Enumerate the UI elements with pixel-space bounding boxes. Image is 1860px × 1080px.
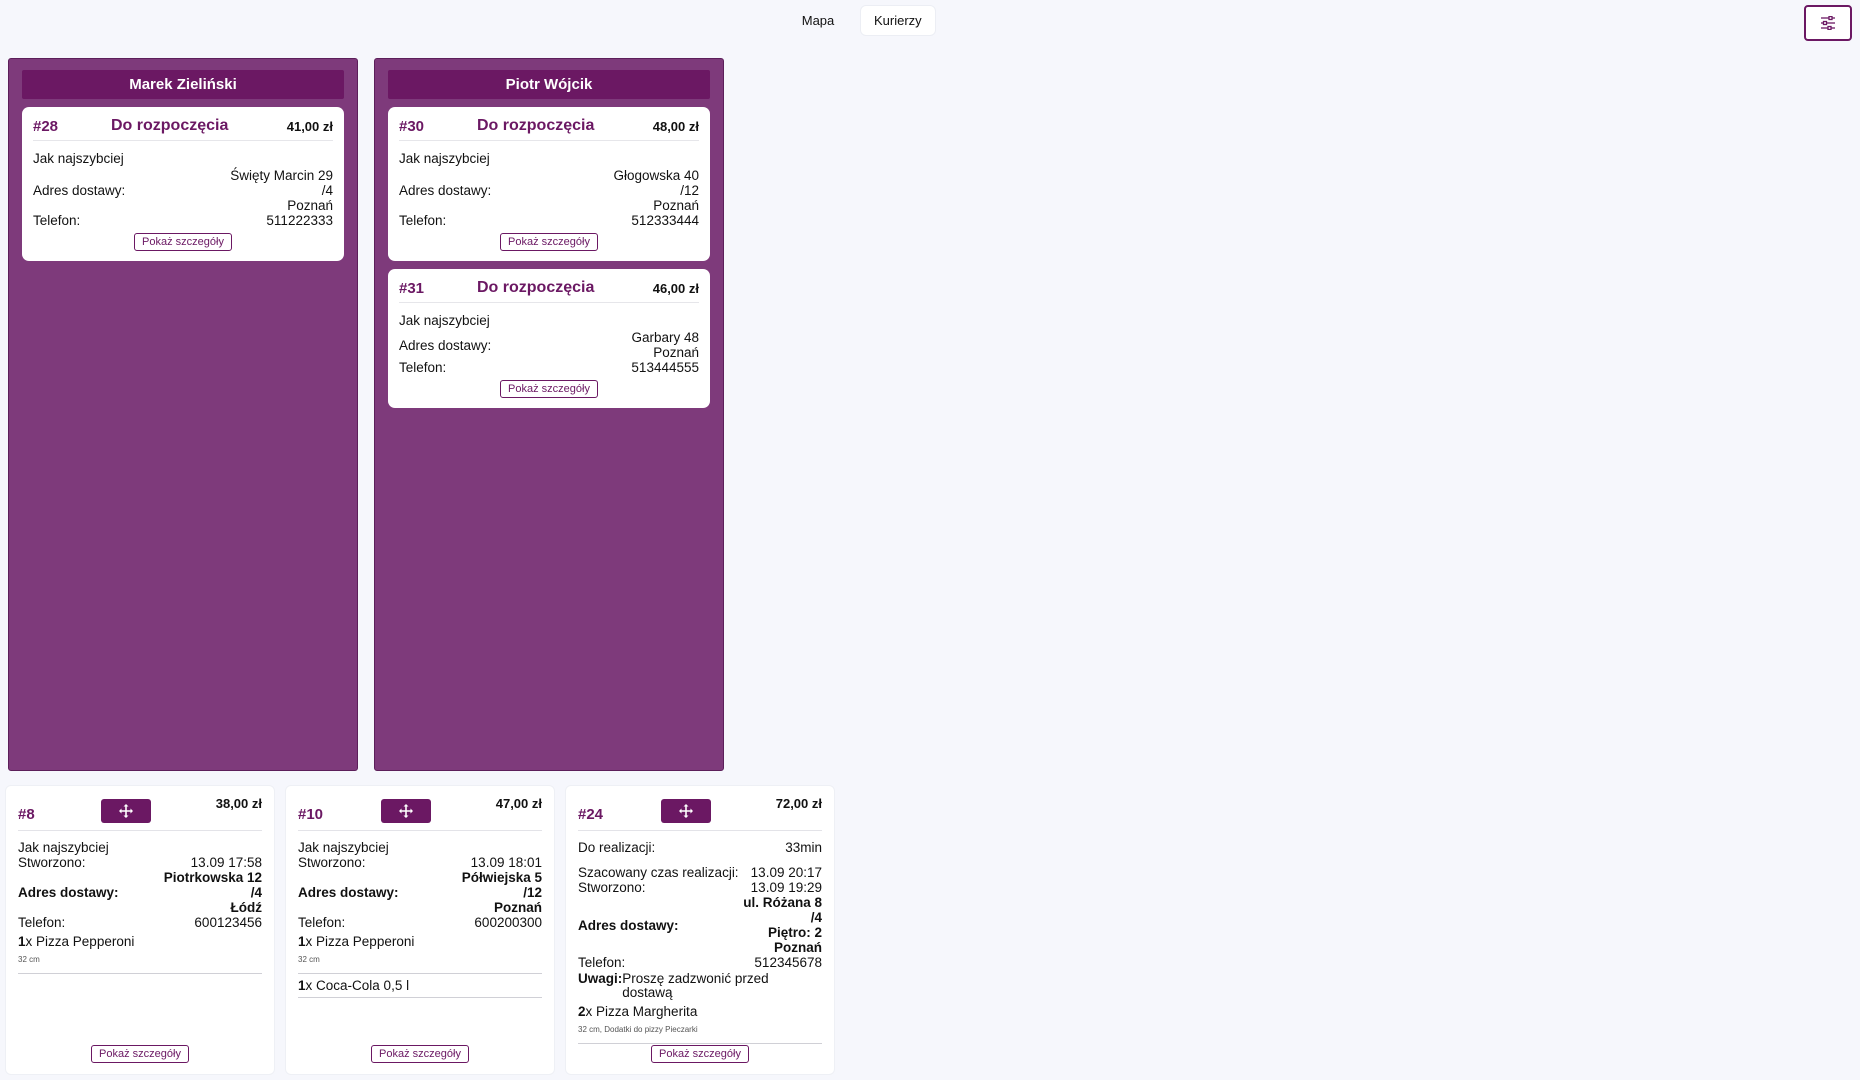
order-number: #30 (399, 117, 425, 135)
order-status: Do rozpoczęcia (477, 117, 595, 134)
phone-label: Telefon: (33, 213, 81, 228)
estimate-value: 13.09 20:17 (750, 865, 822, 880)
order-item: 1x Pizza Pepperoni 32 cm (298, 934, 542, 974)
notes-label: Uwagi: (578, 971, 623, 986)
phone-label: Telefon: (399, 360, 447, 375)
address-label: Adres dostawy: (578, 917, 679, 933)
order-card[interactable]: #31 Do rozpoczęcia 46,00 zł Jak najszybc… (388, 269, 710, 408)
phone-value: 512333444 (631, 213, 699, 228)
order-price: 48,00 zł (652, 118, 699, 134)
unassigned-order-card[interactable]: #24 72,00 zł Do realizacji: 33min Szacow… (565, 785, 835, 1075)
order-card[interactable]: #28 Do rozpoczęcia 41,00 zł Jak najszybc… (22, 107, 344, 261)
show-details-button[interactable]: Pokaż szczegóły (371, 1045, 469, 1063)
courier-name: Piotr Wójcik (388, 70, 710, 99)
unassigned-order-card[interactable]: #10 47,00 zł Jak najszybciej Stworzono: … (285, 785, 555, 1075)
address-value: ul. Różana 8 /4 Piętro: 2 Poznań (743, 895, 822, 955)
order-price: 47,00 zł (495, 796, 542, 811)
address-label: Adres dostawy: (298, 885, 399, 900)
show-details-button[interactable]: Pokaż szczegóły (651, 1045, 749, 1063)
order-card[interactable]: #30 Do rozpoczęcia 48,00 zł Jak najszybc… (388, 107, 710, 261)
remaining-value: 33min (785, 840, 822, 855)
address-label: Adres dostawy: (399, 337, 492, 353)
order-price: 72,00 zł (775, 796, 822, 811)
phone-label: Telefon: (399, 213, 447, 228)
show-details-button[interactable]: Pokaż szczegóły (500, 380, 598, 398)
unassigned-order-card[interactable]: #8 38,00 zł Jak najszybciej Stworzono: 1… (5, 785, 275, 1075)
order-timing: Jak najszybciej (399, 151, 490, 166)
created-label: Stworzono: (18, 855, 86, 870)
tab-couriers[interactable]: Kurierzy (860, 5, 936, 36)
order-status: Do rozpoczęcia (477, 279, 595, 296)
created-label: Stworzono: (298, 855, 366, 870)
notes-value: Proszę zadzwonić przed dostawą (622, 971, 769, 1000)
view-tabs: Mapa Kurierzy (780, 5, 936, 36)
courier-column: Marek Zieliński #28 Do rozpoczęcia 41,00… (8, 58, 358, 771)
address-value: Półwiejska 5 /12 Poznań (461, 870, 542, 915)
order-number: #31 (399, 279, 425, 297)
order-timing: Jak najszybciej (298, 840, 389, 855)
address-label: Adres dostawy: (18, 885, 119, 900)
move-icon (399, 804, 413, 818)
address-label: Adres dostawy: (399, 183, 492, 198)
courier-name: Marek Zieliński (22, 70, 344, 99)
phone-value: 512345678 (754, 955, 822, 970)
order-price: 38,00 zł (215, 796, 262, 811)
address-label: Adres dostawy: (33, 183, 126, 198)
move-icon (119, 804, 133, 818)
order-number: #8 (18, 805, 35, 823)
phone-value: 511222333 (266, 213, 333, 228)
phone-value: 513444555 (631, 360, 699, 375)
sliders-icon (1821, 16, 1835, 30)
phone-label: Telefon: (298, 915, 346, 930)
address-value: Piotrkowska 12 /4 Łódź (163, 870, 262, 915)
address-value: Święty Marcin 29 /4 Poznań (230, 168, 333, 213)
settings-button[interactable] (1804, 5, 1852, 41)
estimate-label: Szacowany czas realizacji: (578, 865, 739, 880)
order-item: 1x Pizza Pepperoni 32 cm (18, 934, 262, 974)
created-value: 13.09 17:58 (190, 855, 262, 870)
courier-column: Piotr Wójcik #30 Do rozpoczęcia 48,00 zł… (374, 58, 724, 771)
drag-handle[interactable] (101, 799, 151, 823)
drag-handle[interactable] (381, 799, 431, 823)
order-status: Do rozpoczęcia (111, 117, 229, 134)
move-icon (679, 804, 693, 818)
order-number: #10 (298, 805, 324, 823)
phone-label: Telefon: (18, 915, 66, 930)
order-item: 1x Coca-Cola 0,5 l (298, 978, 542, 998)
tab-map[interactable]: Mapa (780, 5, 856, 36)
order-price: 46,00 zł (652, 280, 699, 296)
order-timing: Jak najszybciej (399, 313, 490, 328)
order-timing: Jak najszybciej (33, 151, 124, 166)
created-value: 13.09 18:01 (470, 855, 542, 870)
show-details-button[interactable]: Pokaż szczegóły (500, 233, 598, 251)
order-number: #24 (578, 805, 604, 823)
phone-value: 600200300 (474, 915, 542, 930)
phone-value: 600123456 (194, 915, 262, 930)
address-value: Głogowska 40 /12 Poznań (613, 168, 699, 213)
phone-label: Telefon: (578, 955, 626, 970)
drag-handle[interactable] (661, 799, 711, 823)
show-details-button[interactable]: Pokaż szczegóły (134, 233, 232, 251)
address-value: Garbary 48 Poznań (631, 330, 699, 360)
created-value: 13.09 19:29 (750, 880, 822, 895)
order-item: 2x Pizza Margherita 32 cm, Dodatki do pi… (578, 1004, 822, 1044)
order-price: 41,00 zł (286, 118, 333, 134)
created-label: Stworzono: (578, 880, 646, 895)
order-number: #28 (33, 117, 59, 135)
remaining-label: Do realizacji: (578, 840, 656, 855)
show-details-button[interactable]: Pokaż szczegóły (91, 1045, 189, 1063)
order-timing: Jak najszybciej (18, 840, 109, 855)
